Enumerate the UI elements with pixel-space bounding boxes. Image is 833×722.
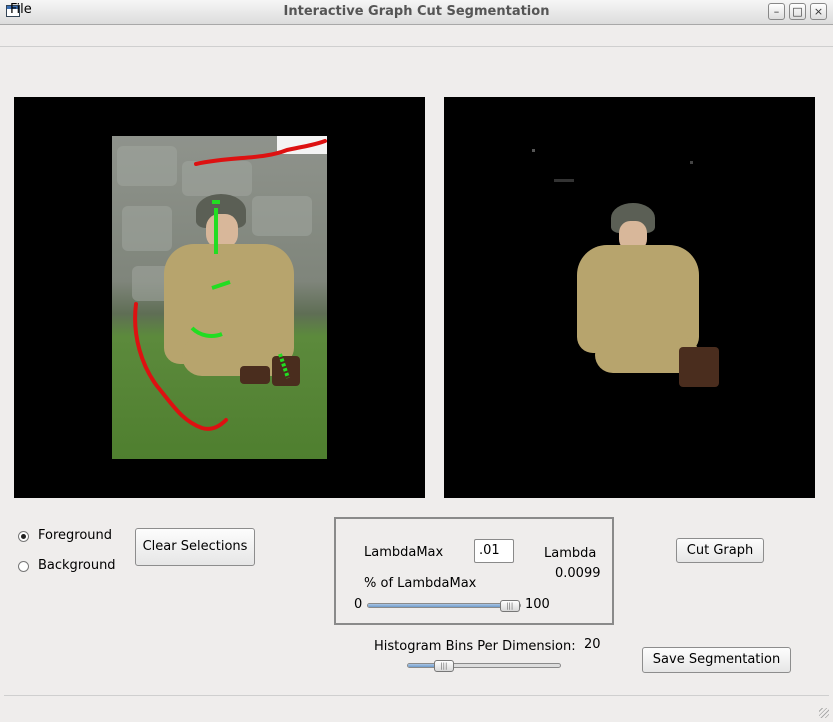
histogram-bins-slider[interactable] (407, 663, 561, 668)
selection-strokes (133, 139, 327, 431)
resize-grip-icon[interactable] (819, 708, 829, 718)
foreground-label[interactable]: Foreground (38, 528, 112, 543)
lambda-value: 0.0099 (555, 566, 601, 581)
lambda-percent-slider[interactable] (367, 603, 521, 608)
background-radio[interactable] (18, 561, 29, 572)
background-stroke (194, 139, 327, 166)
percent-lambdamax-label: % of LambdaMax (364, 576, 477, 591)
histogram-slider-handle[interactable]: ||| (433, 660, 454, 672)
histogram-bins-label: Histogram Bins Per Dimension: (374, 639, 576, 654)
foreground-stroke (278, 353, 290, 379)
source-photo (112, 136, 327, 459)
segmentation-result-canvas (444, 97, 815, 498)
background-stroke (133, 302, 228, 431)
foreground-stroke (211, 280, 231, 290)
cut-graph-button[interactable]: Cut Graph (676, 538, 764, 563)
foreground-stroke (190, 326, 223, 338)
segmented-foreground (577, 197, 727, 392)
histogram-bins-value: 20 (584, 637, 601, 652)
lambda-slider-handle[interactable]: ||| (499, 600, 520, 612)
lambda-label: Lambda (544, 546, 597, 561)
lambda-slider-fill (368, 604, 519, 607)
maximize-icon[interactable]: □ (789, 3, 806, 20)
foreground-radio[interactable] (18, 531, 29, 542)
window-title: Interactive Graph Cut Segmentation (283, 4, 550, 19)
slider-min-label: 0 (354, 597, 363, 612)
menu-file[interactable]: File (10, 2, 32, 17)
menu-bar (0, 25, 833, 47)
lambdamax-label: LambdaMax (364, 545, 444, 560)
lambdamax-input[interactable]: .01 (474, 539, 514, 563)
save-segmentation-button[interactable]: Save Segmentation (642, 647, 791, 673)
background-label[interactable]: Background (38, 558, 116, 573)
input-image-canvas[interactable] (14, 97, 425, 498)
minimize-icon[interactable]: – (768, 3, 785, 20)
clear-selections-button[interactable]: Clear Selections (135, 528, 255, 566)
slider-max-label: 100 (525, 597, 550, 612)
close-icon[interactable]: × (810, 3, 827, 20)
status-bar-divider (4, 695, 829, 696)
